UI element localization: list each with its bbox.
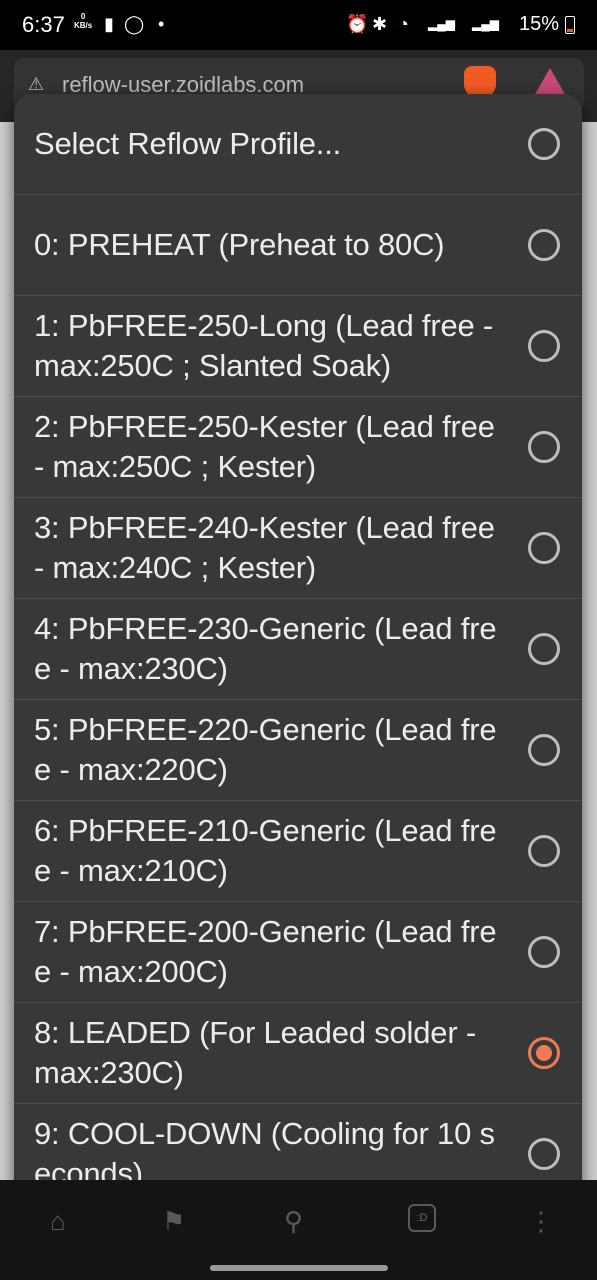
battery-icon xyxy=(565,16,575,34)
reflow-profile-select-dialog: Select Reflow Profile... 0: PREHEAT (Pre… xyxy=(14,94,582,1204)
menu-icon[interactable]: ⋮ xyxy=(528,1206,554,1237)
radio-button[interactable] xyxy=(528,936,560,968)
bookmark-icon[interactable]: ⚑ xyxy=(162,1206,185,1237)
wifi-icon: ◔ xyxy=(398,14,409,34)
option-preheat[interactable]: 0: PREHEAT (Preheat to 80C) xyxy=(14,195,582,296)
radio-button[interactable] xyxy=(528,633,560,665)
search-icon[interactable]: ⚲ xyxy=(284,1206,303,1237)
option-pbfree-200-generic[interactable]: 7: PbFREE-200-Generic (Lead free - max:2… xyxy=(14,902,582,1003)
network-speed-value: 0 xyxy=(80,12,86,21)
option-label: 2: PbFREE-250-Kester (Lead free - max:25… xyxy=(34,409,495,484)
gesture-bar[interactable] xyxy=(210,1265,388,1271)
radio-button[interactable] xyxy=(528,1138,560,1170)
status-time: 6:37 xyxy=(22,12,65,37)
option-label: 3: PbFREE-240-Kester (Lead free - max:24… xyxy=(34,510,495,585)
option-pbfree-240-kester[interactable]: 3: PbFREE-240-Kester (Lead free - max:24… xyxy=(14,498,582,599)
radio-button[interactable] xyxy=(528,229,560,261)
alarm-icon: ⏰ xyxy=(346,14,369,34)
radio-button[interactable] xyxy=(528,532,560,564)
bluetooth-icon: ✱ xyxy=(372,14,388,34)
option-label: 0: PREHEAT (Preheat to 80C) xyxy=(34,227,445,262)
notification-icon: ▮ xyxy=(104,14,114,34)
network-speed: 0 KB/s xyxy=(74,12,92,30)
radio-button[interactable] xyxy=(528,835,560,867)
network-speed-unit: KB/s xyxy=(74,21,93,30)
option-label: Select Reflow Profile... xyxy=(34,126,342,161)
brave-rewards-icon[interactable] xyxy=(534,68,566,96)
option-label: 6: PbFREE-210-Generic (Lead free - max:2… xyxy=(34,813,497,888)
radio-button[interactable] xyxy=(528,330,560,362)
radio-button-selected[interactable] xyxy=(528,1037,560,1069)
option-label: 8: LEADED (For Leaded solder - max:230C) xyxy=(34,1015,476,1090)
home-icon[interactable]: ⌂ xyxy=(50,1206,66,1237)
warning-icon: ⚠ xyxy=(28,74,45,94)
status-bar: 6:37 0 KB/s ▮ ◯ • ⏰ ✱ ◔ ▂▄▆ ▂▄▆ 15% xyxy=(0,0,597,50)
signal-icon: ▂▄▆ xyxy=(428,17,455,31)
option-label: 4: PbFREE-230-Generic (Lead free - max:2… xyxy=(34,611,497,686)
option-label: 1: PbFREE-250-Long (Lead free - max:250C… xyxy=(34,308,494,383)
option-placeholder[interactable]: Select Reflow Profile... xyxy=(14,94,582,195)
battery-percent: 15% xyxy=(518,13,559,35)
radio-button[interactable] xyxy=(528,431,560,463)
option-label: 7: PbFREE-200-Generic (Lead free - max:2… xyxy=(34,914,497,989)
option-pbfree-250-long[interactable]: 1: PbFREE-250-Long (Lead free - max:250C… xyxy=(14,296,582,397)
option-label: 5: PbFREE-220-Generic (Lead free - max:2… xyxy=(34,712,497,787)
option-pbfree-250-kester[interactable]: 2: PbFREE-250-Kester (Lead free - max:25… xyxy=(14,397,582,498)
option-pbfree-220-generic[interactable]: 5: PbFREE-220-Generic (Lead free - max:2… xyxy=(14,700,582,801)
tabs-icon[interactable]: :D xyxy=(408,1204,436,1232)
option-pbfree-210-generic[interactable]: 6: PbFREE-210-Generic (Lead free - max:2… xyxy=(14,801,582,902)
signal-2-icon: ▂▄▆ xyxy=(472,17,499,31)
radio-button[interactable] xyxy=(528,128,560,160)
option-leaded[interactable]: 8: LEADED (For Leaded solder - max:230C) xyxy=(14,1003,582,1104)
dot-icon: • xyxy=(158,14,165,34)
whatsapp-icon: ◯ xyxy=(124,14,145,34)
option-pbfree-230-generic[interactable]: 4: PbFREE-230-Generic (Lead free - max:2… xyxy=(14,599,582,700)
radio-button[interactable] xyxy=(528,734,560,766)
